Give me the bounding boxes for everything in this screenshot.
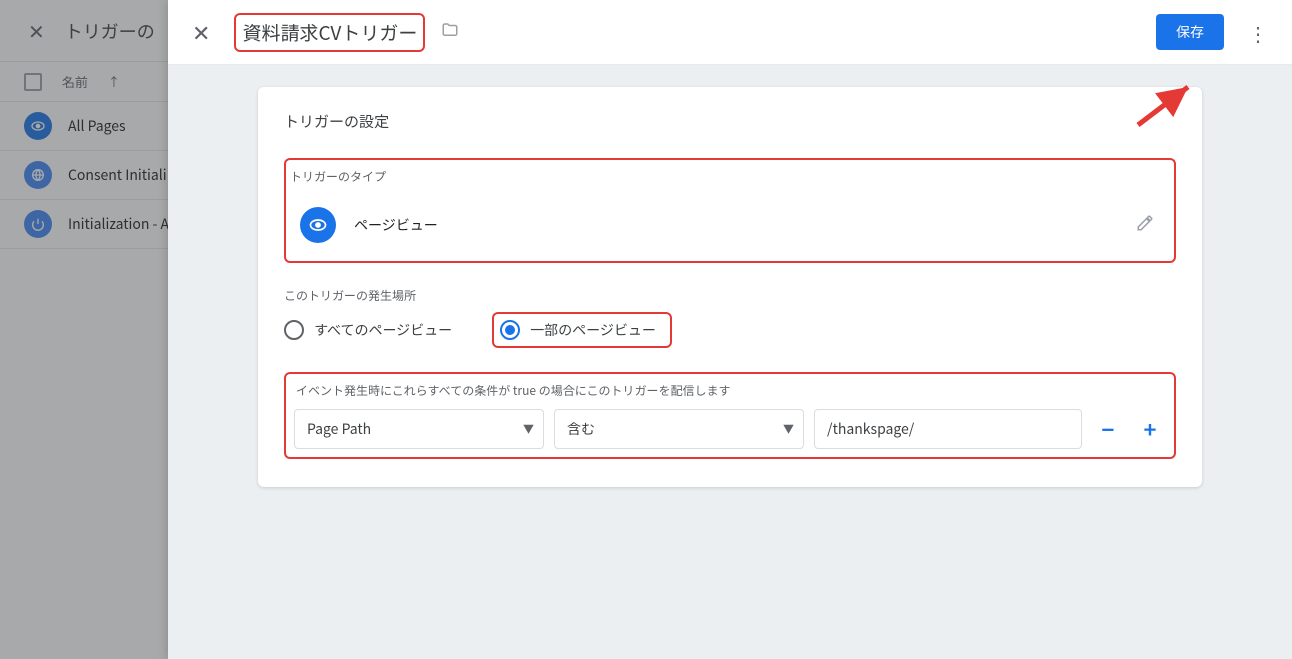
condition-variable-select[interactable]: Page Path ▼ [294, 409, 544, 449]
radio-checked-icon [500, 320, 520, 340]
trigger-config-card: トリガーの設定 トリガーのタイプ ページビュー このトリガーの発生場所 [258, 87, 1202, 487]
radio-some-label: 一部のページビュー [530, 320, 656, 340]
trigger-type-section: トリガーのタイプ ページビュー [284, 158, 1176, 263]
operator-select-button[interactable]: 含む [554, 409, 804, 449]
fires-on-label: このトリガーの発生場所 [284, 287, 1176, 304]
remove-condition-button[interactable]: − [1092, 413, 1124, 445]
kebab-menu-icon[interactable]: ⋮ [1240, 14, 1276, 51]
pageview-eye-icon [300, 207, 336, 243]
radio-unchecked-icon [284, 320, 304, 340]
trigger-type-value: ページビュー [354, 215, 438, 235]
condition-row: Page Path ▼ 含む ▼ − + [294, 409, 1166, 449]
edit-pencil-icon[interactable] [1130, 207, 1160, 243]
modal-header: ✕ 資料請求CVトリガー 保存 ⋮ [168, 0, 1292, 65]
card-title: トリガーの設定 [284, 111, 1176, 132]
selected-radio-highlight: 一部のページビュー [492, 312, 672, 348]
radio-all-label: すべてのページビュー [314, 320, 452, 340]
variable-select-button[interactable]: Page Path [294, 409, 544, 449]
trigger-type-label: トリガーのタイプ [290, 168, 1170, 185]
condition-operator-select[interactable]: 含む ▼ [554, 409, 804, 449]
folder-icon[interactable] [441, 19, 459, 45]
condition-value-input[interactable] [814, 409, 1082, 449]
close-button[interactable]: ✕ [184, 12, 218, 52]
conditions-description: イベント発生時にこれらすべての条件が true の場合にこのトリガーを配信します [294, 382, 1166, 399]
trigger-name-input[interactable]: 資料請求CVトリガー [234, 13, 425, 52]
trigger-type-row[interactable]: ページビュー [290, 193, 1170, 257]
add-condition-button[interactable]: + [1134, 413, 1166, 445]
modal-body: トリガーの設定 トリガーのタイプ ページビュー このトリガーの発生場所 [168, 65, 1292, 659]
conditions-section: イベント発生時にこれらすべての条件が true の場合にこのトリガーを配信します… [284, 372, 1176, 459]
radio-some-pageviews[interactable]: 一部のページビュー [500, 320, 656, 340]
save-button[interactable]: 保存 [1156, 14, 1224, 50]
radio-all-pageviews[interactable]: すべてのページビュー [284, 320, 452, 340]
fires-on-radios: すべてのページビュー 一部のページビュー [284, 312, 1176, 348]
trigger-editor-modal: ✕ 資料請求CVトリガー 保存 ⋮ トリガーの設定 トリガーのタイプ [168, 0, 1292, 659]
